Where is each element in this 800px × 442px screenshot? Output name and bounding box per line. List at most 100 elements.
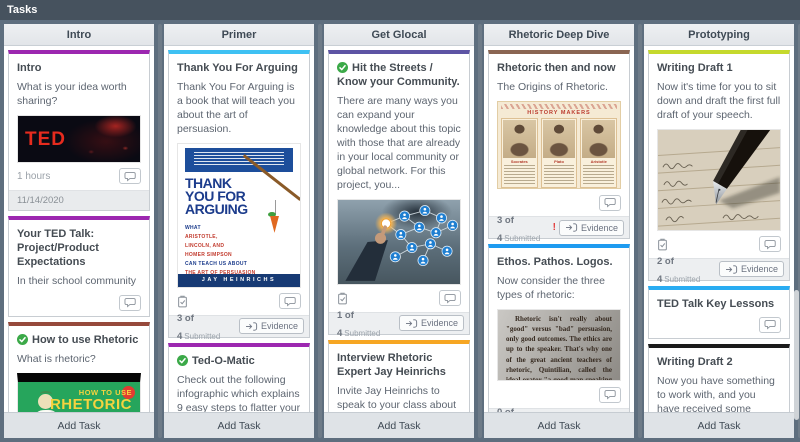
comments-button[interactable]	[439, 290, 461, 306]
task-description: Check out the following infographic whic…	[177, 374, 301, 412]
comments-button[interactable]	[119, 168, 141, 184]
task-card[interactable]: How to use Rhetoric What is rhetoric? HO…	[8, 322, 150, 412]
checklist-icon[interactable]	[337, 292, 348, 305]
task-card[interactable]: Thank You For Arguing Thank You For Argu…	[168, 50, 310, 338]
book-author-text: JAY HEINRICHS	[178, 274, 300, 287]
task-card[interactable]: Ethos. Pathos. Logos. Now consider the t…	[488, 244, 630, 412]
column-body: Intro What is your idea worth sharing? T…	[4, 46, 154, 412]
philosopher-figure: Aristotle	[580, 118, 617, 188]
comment-icon	[764, 240, 774, 248]
completed-check-icon	[337, 62, 348, 73]
column-body: Writing Draft 1 Now it's time for you to…	[644, 46, 794, 412]
comment-icon	[604, 391, 614, 399]
column-body: Hit the Streets / Know your Community. T…	[324, 46, 474, 412]
submission-bar: 3 of 4Submitted Evidence	[169, 315, 309, 337]
comments-button[interactable]	[599, 387, 621, 403]
portrait-aristotle	[582, 120, 615, 158]
task-card[interactable]: Intro What is your idea worth sharing? T…	[8, 50, 150, 211]
book-title-text: THANK YOU FOR ARGUING	[185, 177, 261, 217]
task-title: Ethos. Pathos. Logos.	[497, 255, 621, 269]
scrollbar[interactable]	[794, 290, 799, 420]
task-title: Writing Draft 1	[657, 61, 781, 75]
evidence-icon	[406, 320, 417, 327]
add-task-label: Add Task	[538, 420, 581, 432]
task-title: Rhetoric then and now	[497, 61, 621, 75]
evidence-button[interactable]: Evidence	[399, 315, 464, 331]
task-board: Intro Intro What is your idea worth shar…	[0, 20, 800, 442]
ted-logo-text: TED	[25, 129, 66, 151]
column-title: Prototyping	[688, 29, 750, 41]
checklist-icon[interactable]	[657, 238, 668, 251]
column-title: Rhetoric Deep Dive	[509, 29, 610, 41]
evidence-button[interactable]: Evidence	[559, 220, 624, 236]
task-card[interactable]: Ted-O-Matic Check out the following info…	[168, 343, 310, 412]
evidence-button[interactable]: Evidence	[239, 318, 304, 334]
column-header[interactable]: Intro	[4, 24, 154, 46]
task-card[interactable]: Writing Draft 1 Now it's time for you to…	[648, 50, 790, 281]
pointing-arm	[345, 227, 388, 281]
add-task-button[interactable]: Add Task	[164, 412, 314, 438]
column-header[interactable]: Get Glocal	[324, 24, 474, 46]
task-card[interactable]: Your TED Talk: Project/Product Expectati…	[8, 216, 150, 317]
app-title: Tasks	[7, 4, 37, 16]
task-title-text: Ted-O-Matic	[192, 355, 255, 367]
add-task-label: Add Task	[58, 420, 101, 432]
column-title: Intro	[67, 29, 91, 41]
task-card[interactable]: Rhetoric then and now The Origins of Rhe…	[488, 50, 630, 239]
comments-button[interactable]	[759, 236, 781, 252]
task-card[interactable]: TED Talk Key Lessons	[648, 286, 790, 339]
task-description: The Origins of Rhetoric.	[497, 81, 621, 95]
column-title: Primer	[222, 29, 257, 41]
task-card[interactable]: Writing Draft 2 Now you have something t…	[648, 344, 790, 412]
comments-button[interactable]	[119, 295, 141, 311]
submission-bar: 2 of 4Submitted Evidence	[649, 258, 789, 280]
task-description: Thank You For Arguing is a book that wil…	[177, 81, 301, 137]
task-description: Now it's time for you to sit down and dr…	[657, 81, 781, 123]
submission-bar: 1 of 4Submitted Evidence	[329, 312, 469, 334]
task-title: Interview Rhetoric Expert Jay Heinrichs	[337, 351, 461, 379]
task-title: Hit the Streets / Know your Community.	[337, 61, 461, 89]
task-duration: 1 hours	[17, 171, 50, 182]
task-title: Ted-O-Matic	[177, 354, 301, 368]
add-task-button[interactable]: Add Task	[324, 412, 474, 438]
add-task-button[interactable]: Add Task	[644, 412, 794, 438]
task-title: Your TED Talk: Project/Product Expectati…	[17, 227, 141, 269]
fountain-pen-image	[657, 129, 781, 231]
task-title: TED Talk Key Lessons	[657, 297, 781, 311]
task-title: Intro	[17, 61, 141, 75]
evidence-button[interactable]: Evidence	[719, 261, 784, 277]
task-title: Writing Draft 2	[657, 355, 781, 369]
warning-icon: !	[553, 222, 556, 233]
community-network-image	[337, 199, 461, 285]
network-nodes	[390, 205, 457, 265]
column-header[interactable]: Prototyping	[644, 24, 794, 46]
history-makers-image: HISTORY MAKERS Socrates Plato	[497, 101, 621, 189]
column-header[interactable]: Rhetoric Deep Dive	[484, 24, 634, 46]
evidence-icon	[726, 266, 737, 273]
column-primer: Primer Thank You For Arguing Thank You F…	[164, 24, 314, 438]
portrait-socrates	[503, 120, 536, 158]
task-description: What is rhetoric?	[17, 353, 141, 367]
task-card[interactable]: Hit the Streets / Know your Community. T…	[328, 50, 470, 335]
comment-icon	[124, 173, 134, 181]
add-task-button[interactable]: Add Task	[484, 412, 634, 438]
checklist-icon[interactable]	[177, 295, 188, 308]
comment-icon	[284, 297, 294, 305]
comments-button[interactable]	[279, 293, 301, 309]
add-task-button[interactable]: Add Task	[4, 412, 154, 438]
column-body: Thank You For Arguing Thank You For Argu…	[164, 46, 314, 412]
quote-page-image: Rhetoric isn't really about "good" versu…	[497, 309, 621, 381]
video-title-line: RHETORIC	[50, 397, 132, 412]
comment-icon	[444, 294, 454, 302]
philosopher-figure: Plato	[541, 118, 578, 188]
task-description: Now you have something to work with, and…	[657, 375, 781, 412]
task-description: What is your idea worth sharing?	[17, 81, 141, 109]
comments-button[interactable]	[759, 317, 781, 333]
column-get-glocal: Get Glocal Hit the Streets / Know your C…	[324, 24, 474, 438]
comment-icon	[604, 199, 614, 207]
task-card[interactable]: Interview Rhetoric Expert Jay Heinrichs …	[328, 340, 470, 412]
completed-check-icon	[17, 334, 28, 345]
comments-button[interactable]	[599, 195, 621, 211]
task-title: How to use Rhetoric	[17, 333, 141, 347]
column-header[interactable]: Primer	[164, 24, 314, 46]
